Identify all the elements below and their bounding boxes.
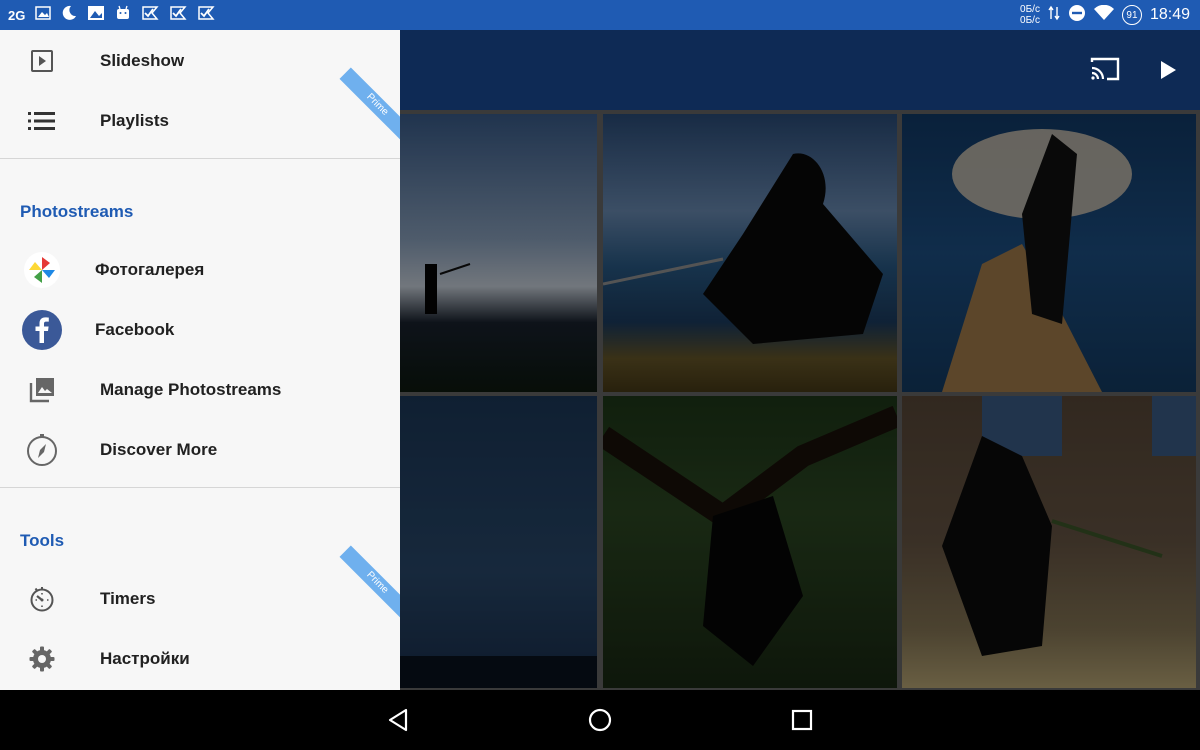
photo-icon xyxy=(87,5,105,26)
slideshow-icon xyxy=(22,41,62,81)
drawer-item-manage-photostreams[interactable]: Manage Photostreams xyxy=(0,360,400,420)
drawer-item-label: Manage Photostreams xyxy=(100,380,282,399)
android-icon xyxy=(115,5,131,26)
drawer-divider xyxy=(0,158,400,159)
drawer-item-label: Playlists xyxy=(100,111,169,130)
drawer-item-photogallery[interactable]: Фотогалерея xyxy=(0,240,400,300)
back-icon[interactable] xyxy=(384,706,412,734)
drawer-item-slideshow[interactable]: Slideshow xyxy=(0,31,400,91)
drawer-item-label: Настройки xyxy=(100,649,190,668)
list-icon xyxy=(22,101,62,141)
navigation-drawer: Slideshow Playlists Prime Photostreams Ф… xyxy=(0,30,400,690)
drawer-item-label: Timers xyxy=(100,589,156,608)
clock: 18:49 xyxy=(1149,6,1190,23)
wifi-icon xyxy=(1093,4,1114,26)
status-left: 2G xyxy=(8,0,215,30)
image-icon xyxy=(35,5,52,26)
gear-icon xyxy=(22,639,62,679)
data-arrows-icon xyxy=(1048,5,1060,26)
drawer-item-label: Фотогалерея xyxy=(95,260,205,279)
drawer-item-label: Slideshow xyxy=(100,51,185,70)
status-right: 0Б/с 0Б/с 91 18:49 xyxy=(1020,0,1190,30)
photo-shade xyxy=(902,114,1196,392)
play-icon[interactable] xyxy=(1158,60,1178,85)
system-nav-bar xyxy=(0,690,1200,750)
drawer-item-label: Facebook xyxy=(95,320,175,339)
drawer-item-timers[interactable]: Timers Prime xyxy=(0,545,400,629)
drawer-item-playlists[interactable]: Playlists Prime xyxy=(0,67,400,151)
section-title-photostreams: Photostreams xyxy=(20,202,134,221)
home-icon[interactable] xyxy=(586,706,614,734)
timer-icon xyxy=(22,579,62,619)
section-title-tools: Tools xyxy=(20,531,65,550)
photo-tile[interactable] xyxy=(603,114,897,392)
net-down-speed: 0Б/с xyxy=(1020,15,1040,26)
battery-level: 91 xyxy=(1121,5,1142,25)
cast-icon[interactable] xyxy=(1090,56,1120,87)
recents-icon[interactable] xyxy=(788,706,816,734)
photo-shade xyxy=(603,396,897,688)
pinwheel-icon xyxy=(22,250,62,290)
check-flag-icon xyxy=(169,5,187,26)
net-up-speed: 0Б/с xyxy=(1020,4,1040,15)
moon-icon xyxy=(61,5,77,26)
network-type: 2G xyxy=(8,7,26,23)
photo-tile[interactable] xyxy=(902,114,1196,392)
drawer-divider xyxy=(0,487,400,488)
drawer-item-settings[interactable]: Настройки xyxy=(0,629,400,689)
drawer-item-facebook[interactable]: Facebook xyxy=(0,300,400,360)
photo-tile[interactable] xyxy=(603,396,897,688)
photo-library-icon xyxy=(22,370,62,410)
status-bar: 2G 0Б/с 0Б/с 91 18:49 xyxy=(0,0,1200,30)
check-flag-icon xyxy=(141,5,159,26)
photo-tile[interactable] xyxy=(902,396,1196,688)
drawer-item-label: Discover More xyxy=(100,440,218,459)
dnd-icon xyxy=(1068,4,1086,27)
facebook-icon xyxy=(22,310,62,350)
prime-badge: Prime xyxy=(339,545,400,621)
drawer-item-discover-more[interactable]: Discover More xyxy=(0,420,400,480)
network-speed: 0Б/с 0Б/с xyxy=(1020,4,1040,26)
photo-shade xyxy=(603,114,897,392)
compass-icon xyxy=(22,430,62,470)
photo-shade xyxy=(902,396,1196,688)
check-flag-icon xyxy=(197,5,215,26)
